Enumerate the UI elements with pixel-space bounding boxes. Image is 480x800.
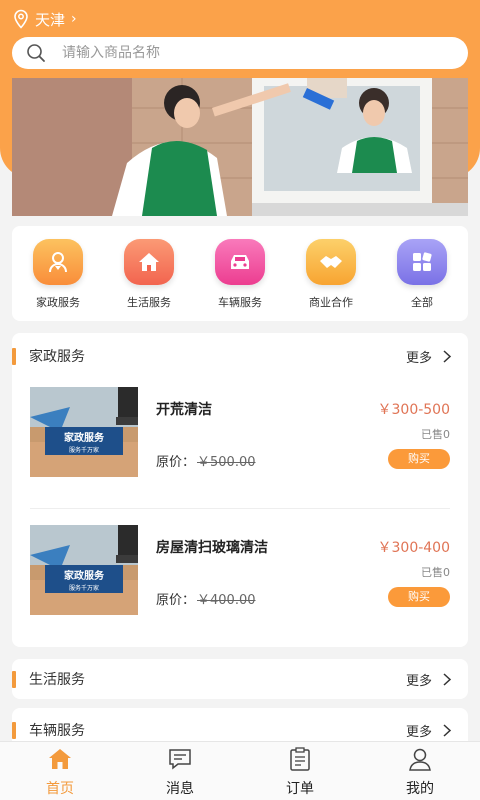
thumbnail-title: 家政服务 xyxy=(64,569,105,582)
product-price: ￥300-400 xyxy=(377,540,451,556)
product-thumbnail: 家政服务 服务千万家 xyxy=(30,387,138,477)
bottom-tab-bar: 首页 消息 订单 我的 xyxy=(0,741,480,800)
tab-home[interactable]: 首页 xyxy=(0,742,120,800)
car-icon xyxy=(215,239,265,285)
chevron-right-icon xyxy=(443,672,452,686)
category-label: 车辆服务 xyxy=(218,296,262,309)
category-life-service[interactable]: 生活服务 xyxy=(113,239,185,321)
category-all[interactable]: 全部 xyxy=(386,239,458,321)
thumbnail-subtitle: 服务千万家 xyxy=(69,584,99,592)
original-price: 原价： ￥400.00 xyxy=(156,589,256,608)
section-accent-bar xyxy=(12,721,16,739)
clipboard-icon xyxy=(290,747,310,771)
buy-button[interactable]: 购买 xyxy=(388,449,450,469)
section-title: 家政服务 xyxy=(12,346,85,366)
search-bar[interactable] xyxy=(12,37,468,69)
thumbnail-title: 家政服务 xyxy=(64,431,105,444)
user-icon xyxy=(409,748,431,771)
section-housekeeping: 家政服务 更多 家政服务 服务千万家 开荒清洁 原价： ￥500.00 ￥300… xyxy=(12,333,468,647)
category-vehicle-service[interactable]: 车辆服务 xyxy=(204,239,276,321)
section-title-text: 家政服务 xyxy=(29,349,85,365)
location-pin-icon xyxy=(14,9,28,29)
tab-label: 消息 xyxy=(166,781,194,797)
location-selector[interactable]: 天津 › xyxy=(12,8,77,30)
product-item[interactable]: 家政服务 服务千万家 房屋清扫玻璃清洁 原价： ￥400.00 ￥300-400 … xyxy=(12,517,468,647)
more-label: 更多 xyxy=(405,724,432,740)
section-title: 生活服务 xyxy=(12,669,85,689)
product-price: ￥300-500 xyxy=(377,402,451,418)
category-housekeeping[interactable]: 家政服务 xyxy=(22,239,94,321)
message-icon xyxy=(169,749,191,770)
divider xyxy=(30,508,450,509)
more-label: 更多 xyxy=(405,673,432,689)
buy-button[interactable]: 购买 xyxy=(388,587,450,607)
original-price-label: 原价： xyxy=(156,593,196,608)
original-price-value: ￥500.00 xyxy=(197,455,256,470)
product-item[interactable]: 家政服务 服务千万家 开荒清洁 原价： ￥500.00 ￥300-500 已售0 … xyxy=(12,379,468,509)
original-price: 原价： ￥500.00 xyxy=(156,451,256,470)
home-icon xyxy=(124,239,174,285)
category-business-cooperation[interactable]: 商业合作 xyxy=(295,239,367,321)
housekeeper-icon xyxy=(33,239,83,285)
handshake-icon xyxy=(306,239,356,285)
banner-image[interactable] xyxy=(12,78,468,216)
section-title-text: 车辆服务 xyxy=(29,723,85,739)
category-label: 家政服务 xyxy=(36,296,80,309)
tab-label: 我的 xyxy=(406,781,434,797)
sold-count: 已售0 xyxy=(421,428,450,441)
section-accent-bar xyxy=(12,670,16,688)
category-grid: 家政服务 生活服务 车辆服务 商业合作 全部 xyxy=(12,226,468,321)
tab-messages[interactable]: 消息 xyxy=(120,742,240,800)
section-life-service: 生活服务 更多 xyxy=(12,659,468,699)
original-price-value: ￥400.00 xyxy=(197,593,256,608)
tab-orders[interactable]: 订单 xyxy=(240,742,360,800)
original-price-label: 原价： xyxy=(156,455,196,470)
home-tab-icon xyxy=(49,749,71,769)
section-title-text: 生活服务 xyxy=(29,672,85,688)
search-input[interactable] xyxy=(62,45,422,61)
product-name: 开荒清洁 xyxy=(156,402,212,418)
category-label: 商业合作 xyxy=(309,296,353,309)
location-city: 天津 xyxy=(35,10,66,29)
category-label: 生活服务 xyxy=(127,296,171,309)
chevron-right-icon: › xyxy=(71,11,77,27)
category-label: 全部 xyxy=(411,296,433,309)
chevron-right-icon xyxy=(443,349,452,363)
tab-label: 订单 xyxy=(286,781,314,797)
sold-count: 已售0 xyxy=(421,566,450,579)
chevron-right-icon xyxy=(443,723,452,737)
more-link[interactable]: 更多 xyxy=(406,721,452,740)
more-link[interactable]: 更多 xyxy=(406,670,452,689)
more-label: 更多 xyxy=(405,350,432,366)
product-thumbnail: 家政服务 服务千万家 xyxy=(30,525,138,615)
grid-icon xyxy=(397,239,447,285)
search-icon xyxy=(27,44,45,62)
product-name: 房屋清扫玻璃清洁 xyxy=(156,540,268,556)
thumbnail-subtitle: 服务千万家 xyxy=(69,446,99,454)
section-accent-bar xyxy=(12,347,16,365)
section-title: 车辆服务 xyxy=(12,720,85,740)
more-link[interactable]: 更多 xyxy=(406,347,452,366)
tab-label: 首页 xyxy=(46,781,74,797)
tab-profile[interactable]: 我的 xyxy=(360,742,480,800)
